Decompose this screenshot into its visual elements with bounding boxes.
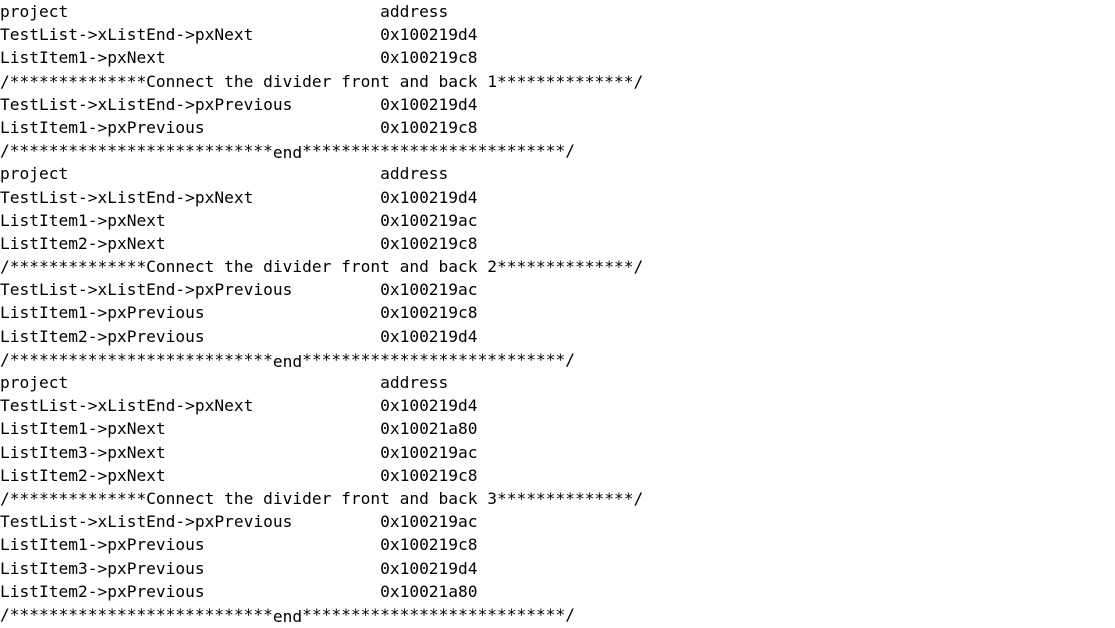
table-row: TestList->xListEnd->pxPrevious 0x100219a… bbox=[0, 512, 478, 532]
table-row: TestList->xListEnd->pxPrevious 0x100219d… bbox=[0, 94, 478, 114]
end-divider-token: end bbox=[272, 351, 303, 371]
connect-divider: /**************Connect the divider front… bbox=[0, 71, 644, 91]
table-row: ListItem3->pxPrevious 0x100219d4 bbox=[0, 558, 478, 578]
end-divider-right: ***************************/ bbox=[302, 604, 576, 624]
column-header-row: project address bbox=[0, 164, 449, 184]
connect-divider: /**************Connect the divider front… bbox=[0, 488, 644, 508]
end-divider-token: end bbox=[272, 606, 303, 626]
end-divider-right: ***************************/ bbox=[302, 349, 576, 369]
column-header-row: project address bbox=[0, 373, 449, 392]
end-divider-right: ***************************/ bbox=[302, 141, 576, 161]
table-row: ListItem1->pxPrevious 0x100219c8 bbox=[0, 535, 478, 555]
table-row: ListItem1->pxPrevious 0x100219c8 bbox=[0, 303, 478, 323]
column-header-row: project address bbox=[0, 2, 449, 21]
table-row: ListItem1->pxNext 0x100219c8 bbox=[0, 48, 478, 68]
end-divider-left: /*************************** bbox=[0, 141, 273, 161]
table-row: ListItem2->pxPrevious 0x100219d4 bbox=[0, 326, 478, 346]
table-row: ListItem2->pxNext 0x100219c8 bbox=[0, 465, 478, 485]
end-divider: /***************************end*********… bbox=[0, 603, 1115, 626]
table-row: ListItem3->pxNext 0x100219ac bbox=[0, 442, 478, 462]
end-divider: /***************************end*********… bbox=[0, 139, 1115, 162]
end-divider-left: /*************************** bbox=[0, 349, 273, 369]
table-row: ListItem2->pxNext 0x100219c8 bbox=[0, 233, 478, 253]
table-row: ListItem2->pxPrevious 0x10021a80 bbox=[0, 581, 478, 601]
table-row: TestList->xListEnd->pxPrevious 0x100219a… bbox=[0, 280, 478, 300]
terminal-output: project address TestList->xListEnd->pxNex… bbox=[0, 0, 1115, 626]
table-row: TestList->xListEnd->pxNext 0x100219d4 bbox=[0, 187, 478, 207]
table-row: ListItem1->pxPrevious 0x100219c8 bbox=[0, 117, 478, 137]
end-divider-token: end bbox=[272, 143, 303, 163]
end-divider: /***************************end*********… bbox=[0, 348, 1115, 371]
table-row: TestList->xListEnd->pxNext 0x100219d4 bbox=[0, 396, 478, 416]
table-row: ListItem1->pxNext 0x100219ac bbox=[0, 210, 478, 230]
table-row: TestList->xListEnd->pxNext 0x100219d4 bbox=[0, 25, 478, 45]
end-divider-left: /*************************** bbox=[0, 604, 273, 624]
table-row: ListItem1->pxNext 0x10021a80 bbox=[0, 419, 478, 439]
connect-divider: /**************Connect the divider front… bbox=[0, 257, 644, 277]
